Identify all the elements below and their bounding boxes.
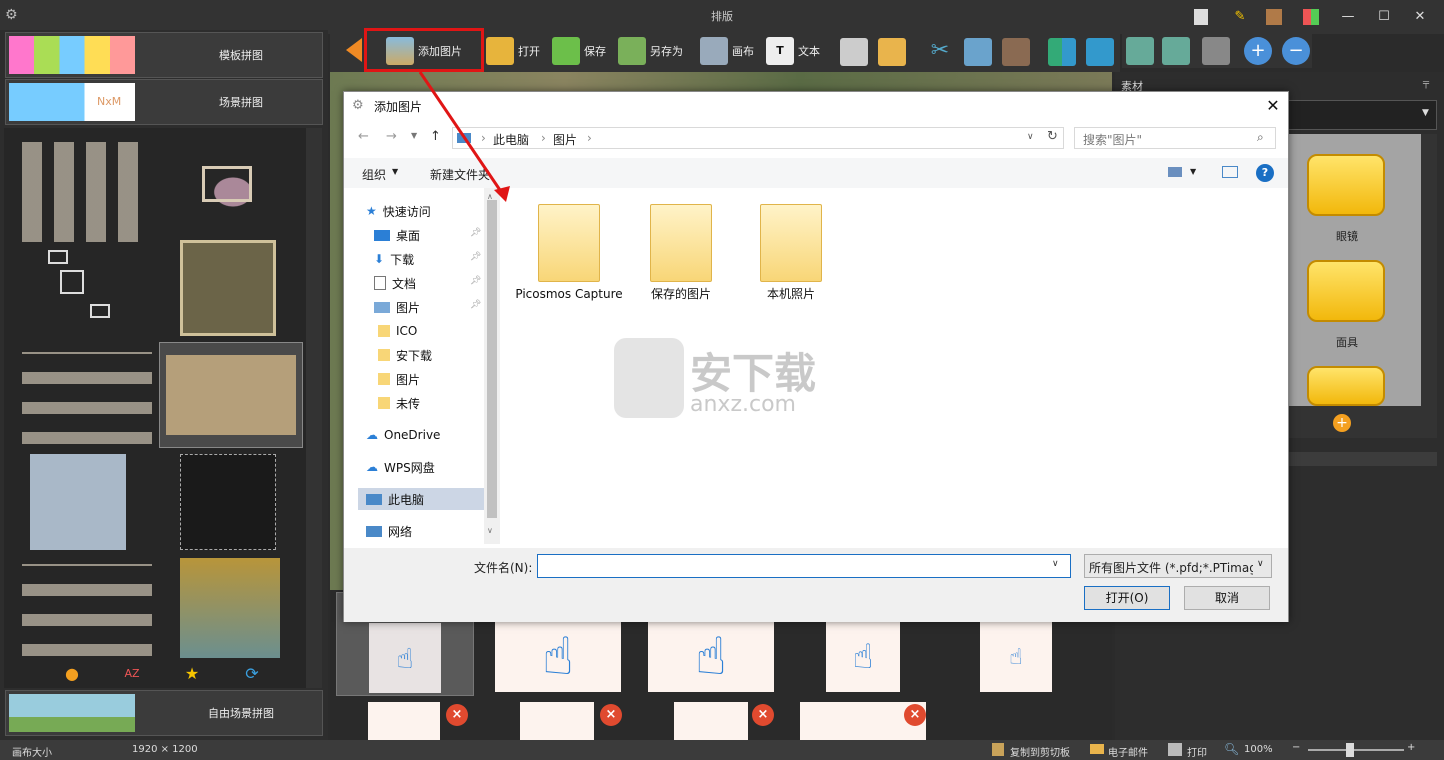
annotation-arrow [418, 71, 510, 202]
